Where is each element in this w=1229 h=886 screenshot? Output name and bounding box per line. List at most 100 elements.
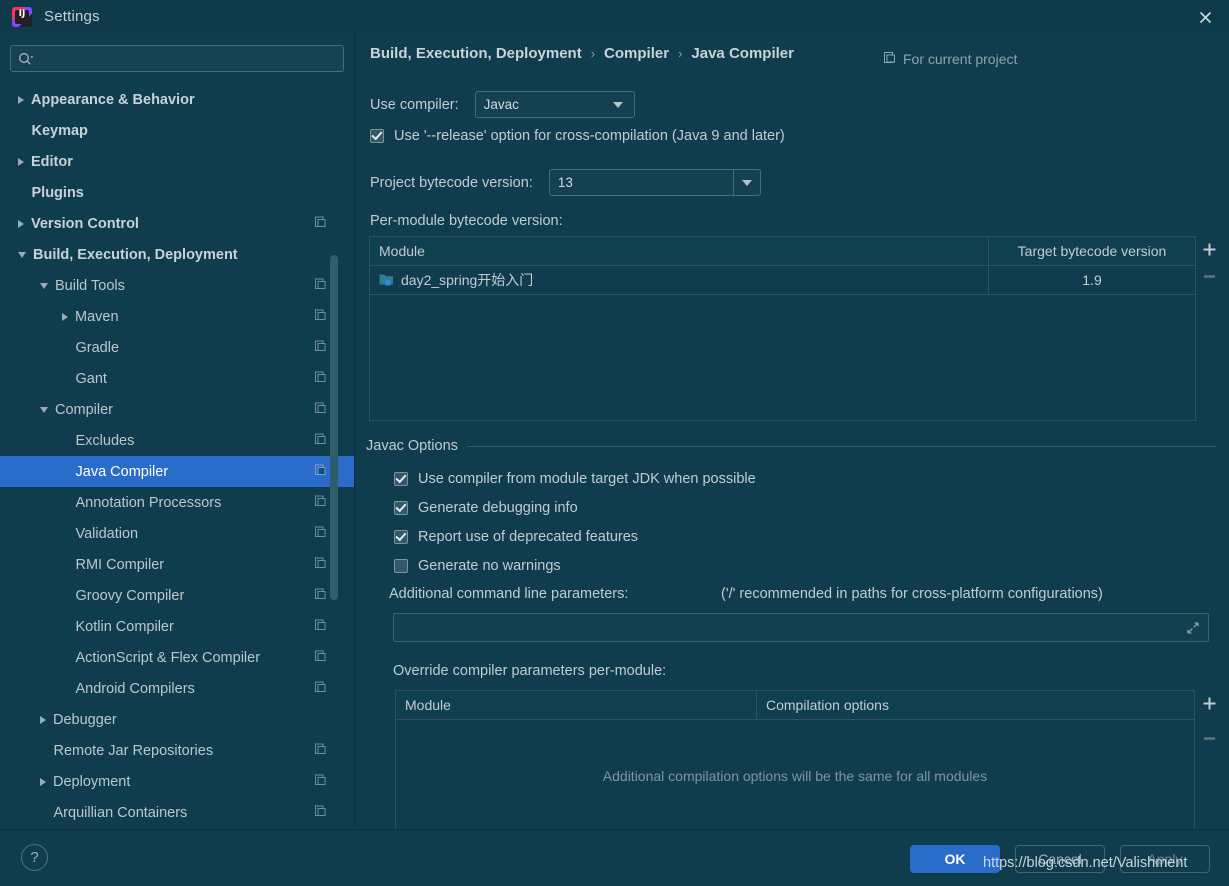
- copy-settings-icon[interactable]: [315, 370, 327, 387]
- sidebar-item-java-compiler[interactable]: Java Compiler: [0, 456, 354, 487]
- override-table-col-module[interactable]: Module: [396, 691, 756, 719]
- search-box[interactable]: [10, 45, 344, 72]
- breadcrumb-item[interactable]: Build, Execution, Deployment: [370, 45, 582, 62]
- copy-settings-icon[interactable]: [315, 804, 327, 821]
- additional-params-hint-row: ('/' recommended in paths for cross-plat…: [721, 586, 1103, 602]
- use-compiler-dropdown[interactable]: Javac: [474, 91, 635, 118]
- sidebar-item-label: Groovy Compiler: [75, 587, 185, 604]
- use-compiler-row: Use compiler: Javac: [370, 91, 635, 118]
- additional-params-input[interactable]: [402, 619, 1186, 636]
- remove-module-button[interactable]: [1196, 263, 1223, 290]
- sidebar-item-compiler[interactable]: Compiler: [0, 394, 354, 425]
- copy-settings-icon[interactable]: [315, 463, 327, 480]
- add-module-button[interactable]: [1196, 236, 1223, 263]
- sidebar-item-rmi-compiler[interactable]: RMI Compiler: [0, 549, 354, 580]
- project-bytecode-arrow-button[interactable]: [732, 170, 760, 195]
- release-option-label: Use '--release' option for cross-compila…: [394, 128, 785, 144]
- additional-params-field[interactable]: [393, 613, 1209, 642]
- copy-settings-icon[interactable]: [315, 773, 327, 790]
- copy-settings-icon[interactable]: [315, 618, 327, 635]
- copy-settings-icon[interactable]: [315, 432, 327, 449]
- sidebar-item-validation[interactable]: Validation: [0, 518, 354, 549]
- chevron-right-icon[interactable]: [18, 95, 24, 104]
- sidebar-item-keymap[interactable]: Keymap: [0, 115, 354, 146]
- sidebar-item-label: Debugger: [53, 711, 117, 728]
- sidebar-item-build-tools[interactable]: Build Tools: [0, 270, 354, 301]
- sidebar-item-appearance-behavior[interactable]: Appearance & Behavior: [0, 84, 354, 115]
- table-row[interactable]: day2_spring开始入门 1.9: [370, 266, 1195, 295]
- javac-option-row-3[interactable]: Generate no warnings: [394, 558, 561, 574]
- sidebar-item-debugger[interactable]: Debugger: [0, 704, 354, 735]
- sidebar-item-label: Maven: [75, 308, 119, 325]
- sidebar-item-remote-jar-repositories[interactable]: Remote Jar Repositories: [0, 735, 354, 766]
- help-button[interactable]: ?: [21, 844, 48, 871]
- chevron-right-icon[interactable]: [18, 157, 24, 166]
- sidebar-item-annotation-processors[interactable]: Annotation Processors: [0, 487, 354, 518]
- sidebar-item-android-compilers[interactable]: Android Compilers: [0, 673, 354, 704]
- sidebar-item-gant[interactable]: Gant: [0, 363, 354, 394]
- breadcrumb-item[interactable]: Java Compiler: [691, 45, 794, 62]
- sidebar-item-arquillian-containers[interactable]: Arquillian Containers: [0, 797, 354, 828]
- breadcrumb: Build, Execution, Deployment › Compiler › Ja…: [370, 45, 794, 62]
- copy-settings-icon[interactable]: [315, 556, 327, 573]
- sidebar-item-editor[interactable]: Editor: [0, 146, 354, 177]
- copy-settings-icon[interactable]: [315, 494, 327, 511]
- chevron-right-icon[interactable]: [40, 777, 46, 786]
- module-name-cell[interactable]: day2_spring开始入门: [370, 266, 988, 294]
- copy-settings-icon[interactable]: [315, 339, 327, 356]
- copy-settings-icon[interactable]: [315, 742, 327, 759]
- generate-no-warnings-checkbox[interactable]: [394, 559, 408, 573]
- search-input[interactable]: [38, 50, 336, 67]
- breadcrumb-item[interactable]: Compiler: [604, 45, 669, 62]
- copy-settings-icon[interactable]: [315, 277, 327, 294]
- sidebar-scrollbar-track[interactable]: [330, 33, 346, 828]
- generate-debugging-info-checkbox[interactable]: [394, 501, 408, 515]
- sidebar-item-gradle[interactable]: Gradle: [0, 332, 354, 363]
- override-table-col-options[interactable]: Compilation options: [756, 691, 1194, 719]
- sidebar-item-maven[interactable]: Maven: [0, 301, 354, 332]
- chevron-down-icon[interactable]: [18, 251, 26, 258]
- expand-icon[interactable]: [1186, 621, 1200, 635]
- module-table-col-module[interactable]: Module: [370, 237, 988, 265]
- use-compiler-label: Use compiler:: [370, 96, 459, 113]
- release-option-row[interactable]: Use '--release' option for cross-compila…: [370, 128, 785, 144]
- copy-settings-icon[interactable]: [315, 401, 327, 418]
- javac-option-row-2[interactable]: Report use of deprecated features: [394, 529, 638, 545]
- project-bytecode-value: 13: [557, 175, 573, 190]
- copy-settings-icon[interactable]: [315, 649, 327, 666]
- remove-override-button[interactable]: [1196, 725, 1223, 752]
- sidebar-item-kotlin-compiler[interactable]: Kotlin Compiler: [0, 611, 354, 642]
- target-bytecode-cell[interactable]: 1.9: [988, 266, 1195, 294]
- sidebar-item-excludes[interactable]: Excludes: [0, 425, 354, 456]
- javac-options-title: Javac Options: [366, 438, 458, 454]
- chevron-right-icon[interactable]: [18, 219, 24, 228]
- chevron-right-icon[interactable]: [40, 715, 46, 724]
- copy-settings-icon[interactable]: [315, 587, 327, 604]
- override-table-empty-message: Additional compilation options will be t…: [602, 768, 988, 784]
- sidebar-item-build-execution-deployment[interactable]: Build, Execution, Deployment: [0, 239, 354, 270]
- chevron-down-icon[interactable]: [40, 406, 48, 413]
- chevron-down-icon[interactable]: [40, 282, 48, 289]
- sidebar-scrollbar-thumb[interactable]: [330, 255, 338, 600]
- javac-option-row-1[interactable]: Generate debugging info: [394, 500, 578, 516]
- sidebar-item-label: Arquillian Containers: [53, 804, 188, 821]
- project-bytecode-dropdown[interactable]: 13: [548, 169, 761, 196]
- copy-settings-icon[interactable]: [315, 308, 327, 325]
- sidebar-item-version-control[interactable]: Version Control: [0, 208, 354, 239]
- javac-option-row-0[interactable]: Use compiler from module target JDK when…: [394, 471, 756, 487]
- use-module-jdk-checkbox[interactable]: [394, 472, 408, 486]
- close-icon[interactable]: [1191, 6, 1219, 28]
- release-option-checkbox[interactable]: [370, 129, 384, 143]
- module-table-col-target[interactable]: Target bytecode version: [988, 237, 1195, 265]
- report-deprecated-checkbox[interactable]: [394, 530, 408, 544]
- chevron-right-icon[interactable]: [62, 312, 68, 321]
- sidebar-item-deployment[interactable]: Deployment: [0, 766, 354, 797]
- sidebar-item-groovy-compiler[interactable]: Groovy Compiler: [0, 580, 354, 611]
- copy-settings-icon[interactable]: [315, 215, 327, 232]
- copy-settings-icon[interactable]: [315, 680, 327, 697]
- copy-settings-icon[interactable]: [315, 525, 327, 542]
- use-compiler-value: Javac: [483, 97, 519, 112]
- add-override-button[interactable]: [1196, 690, 1223, 717]
- sidebar-item-actionscript-flex-compiler[interactable]: ActionScript & Flex Compiler: [0, 642, 354, 673]
- sidebar-item-plugins[interactable]: Plugins: [0, 177, 354, 208]
